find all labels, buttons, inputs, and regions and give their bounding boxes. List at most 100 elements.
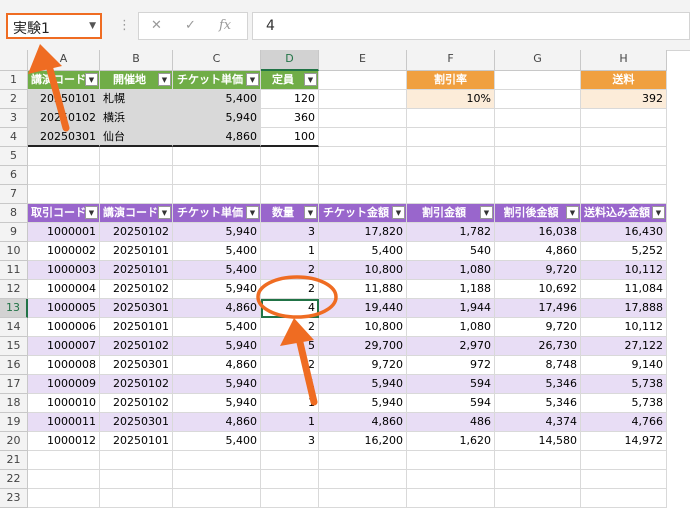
filter-dropdown-icon[interactable]: ▼ [85,73,98,86]
table2-cell[interactable]: 1000010 [28,394,100,413]
table2-cell[interactable]: 1 [261,394,319,413]
table2-header[interactable]: 講演コード ▼ [100,204,173,223]
column-header-D[interactable]: D [261,50,319,71]
table2-cell[interactable]: 17,820 [319,223,407,242]
table2-header[interactable]: 割引金額 ▼ [407,204,495,223]
filter-dropdown-icon[interactable]: ▼ [246,206,259,219]
table2-cell[interactable]: 4,860 [319,413,407,432]
row-header-19[interactable]: 19 [0,413,28,432]
row-header-5[interactable]: 5 [0,147,28,166]
table2-cell[interactable]: 17,888 [581,299,667,318]
table2-cell[interactable]: 1,080 [407,261,495,280]
row-header-6[interactable]: 6 [0,166,28,185]
cell[interactable] [581,128,667,147]
table2-cell[interactable]: 2 [261,261,319,280]
table2-cell[interactable]: 5,940 [173,394,261,413]
cell[interactable] [261,147,319,166]
table1-cell[interactable]: 仙台 [100,128,173,147]
cell[interactable] [407,166,495,185]
cell[interactable] [319,109,407,128]
table1-cell[interactable]: 100 [261,128,319,147]
table2-cell[interactable]: 11,880 [319,280,407,299]
table2-cell[interactable]: 10,692 [495,280,581,299]
table2-cell[interactable]: 5,940 [319,375,407,394]
cell[interactable] [100,451,173,470]
filter-dropdown-icon[interactable]: ▼ [304,73,317,86]
table2-cell[interactable]: 20250102 [100,337,173,356]
table2-cell[interactable]: 5,940 [173,280,261,299]
table2-cell[interactable]: 10,112 [581,318,667,337]
table2-cell[interactable]: 1000005 [28,299,100,318]
row-header-9[interactable]: 9 [0,223,28,242]
table2-cell[interactable]: 5,940 [173,337,261,356]
table1-cell[interactable]: 120 [261,90,319,109]
table1-cell[interactable]: 横浜 [100,109,173,128]
row-header-11[interactable]: 11 [0,261,28,280]
column-header-G[interactable]: G [495,50,581,71]
discount-rate-header[interactable]: 割引率 [407,71,495,90]
table1-header[interactable]: チケット単価 ▼ [173,71,261,90]
row-header-23[interactable]: 23 [0,489,28,508]
cell[interactable] [581,185,667,204]
table2-cell[interactable]: 4,860 [495,242,581,261]
table2-cell[interactable]: 1000009 [28,375,100,394]
row-header-16[interactable]: 16 [0,356,28,375]
table2-header[interactable]: 数量 ▼ [261,204,319,223]
row-header-20[interactable]: 20 [0,432,28,451]
cell[interactable] [319,185,407,204]
table2-cell[interactable]: 14,972 [581,432,667,451]
table2-cell[interactable]: 2 [261,318,319,337]
table2-cell[interactable]: 5 [261,337,319,356]
cell[interactable] [495,90,581,109]
column-header-F[interactable]: F [407,50,495,71]
table2-cell[interactable]: 11,084 [581,280,667,299]
row-header-15[interactable]: 15 [0,337,28,356]
table2-cell[interactable]: 20250102 [100,223,173,242]
cell[interactable] [319,71,407,90]
more-options-icon[interactable]: ⋮ [118,18,131,33]
cancel-icon[interactable]: ✕ [151,18,162,33]
table1-cell[interactable]: 20250301 [28,128,100,147]
cell[interactable] [319,451,407,470]
table2-cell[interactable]: 9,720 [319,356,407,375]
table2-cell[interactable]: 1,080 [407,318,495,337]
table2-cell[interactable]: 20250101 [100,432,173,451]
cell[interactable] [100,489,173,508]
discount-rate-value[interactable]: 10% [407,90,495,109]
column-header-A[interactable]: A [28,50,100,71]
table2-cell[interactable]: 10,800 [319,261,407,280]
table2-cell[interactable]: 5,400 [173,261,261,280]
table2-cell[interactable]: 20250101 [100,318,173,337]
cell[interactable] [495,147,581,166]
cell[interactable] [495,185,581,204]
table2-cell[interactable]: 4,860 [173,356,261,375]
cell[interactable] [407,147,495,166]
table2-cell[interactable]: 972 [407,356,495,375]
table1-header[interactable]: 開催地 ▼ [100,71,173,90]
table2-cell[interactable]: 20250102 [100,394,173,413]
cell[interactable] [173,489,261,508]
table1-header[interactable]: 定員 ▼ [261,71,319,90]
table1-cell[interactable]: 360 [261,109,319,128]
table2-cell[interactable]: 1000011 [28,413,100,432]
table2-cell[interactable]: 5,400 [173,432,261,451]
table2-cell[interactable]: 20250101 [100,242,173,261]
filter-dropdown-icon[interactable]: ▼ [566,206,579,219]
filter-dropdown-icon[interactable]: ▼ [652,206,665,219]
filter-dropdown-icon[interactable]: ▼ [304,206,317,219]
table2-cell[interactable]: 20250101 [100,261,173,280]
cell[interactable] [581,451,667,470]
cell[interactable] [495,128,581,147]
row-header-21[interactable]: 21 [0,451,28,470]
table2-cell[interactable]: 1000001 [28,223,100,242]
filter-dropdown-icon[interactable]: ▼ [392,206,405,219]
table2-cell[interactable]: 19,440 [319,299,407,318]
formula-input[interactable]: 4 [252,12,690,40]
table2-cell[interactable]: 20250102 [100,375,173,394]
table2-cell[interactable]: 1000002 [28,242,100,261]
table2-cell[interactable]: 2 [261,280,319,299]
cell[interactable] [261,489,319,508]
table2-header[interactable]: チケット単価 ▼ [173,204,261,223]
cell[interactable] [495,71,581,90]
table2-cell[interactable]: 9,140 [581,356,667,375]
